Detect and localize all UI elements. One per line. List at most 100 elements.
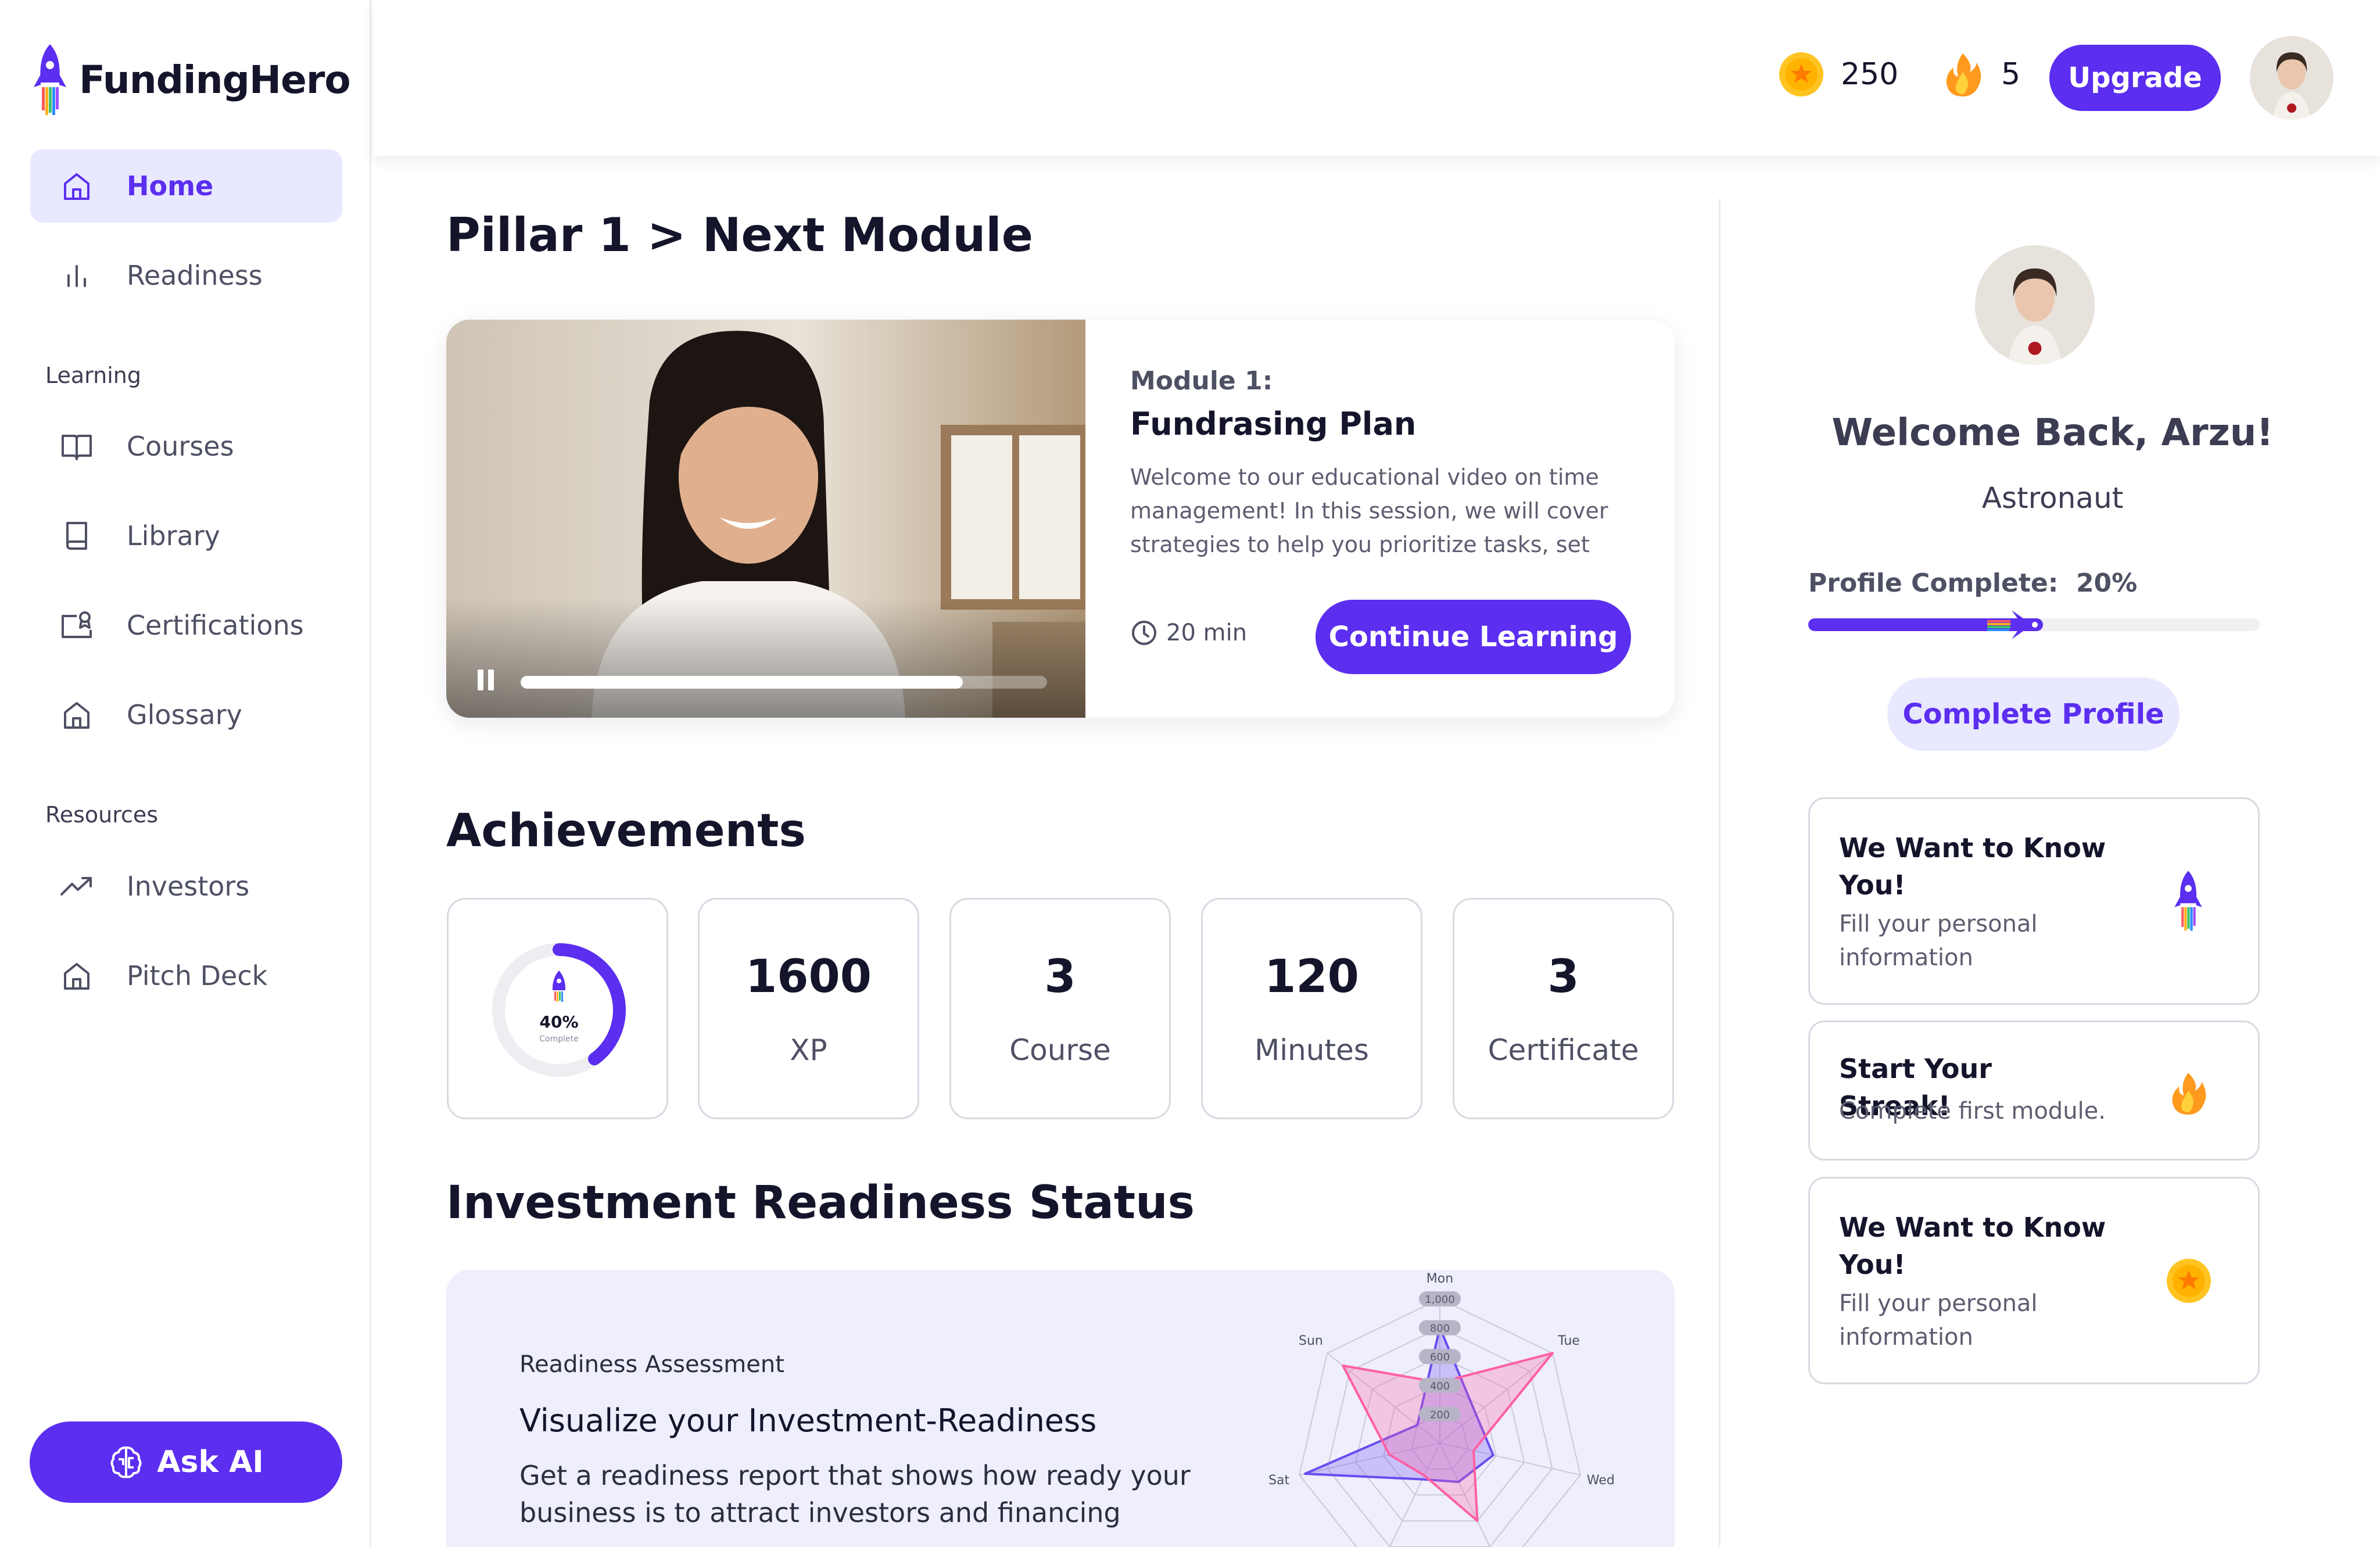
coin-icon bbox=[1779, 52, 1823, 96]
sidebar-item-home[interactable]: Home bbox=[30, 149, 342, 223]
sidebar-item-library[interactable]: Library bbox=[30, 499, 342, 572]
readiness-radar-chart: 1,000800600400200MonTueWedThuFriSatSun bbox=[1268, 1272, 1615, 1547]
user-role: Astronaut bbox=[1981, 481, 2124, 515]
stat-value: 3 bbox=[1044, 951, 1076, 1003]
card-description: Complete first module. bbox=[1839, 1098, 2106, 1125]
home-icon bbox=[64, 173, 89, 200]
readiness-card-title: Visualize your Investment-Readiness bbox=[519, 1402, 1097, 1439]
stat-label: Course bbox=[1009, 1033, 1111, 1067]
progress-percent: 40% bbox=[539, 1012, 578, 1032]
sidebar-item-label: Readiness bbox=[127, 260, 263, 291]
continue-learning-button[interactable]: Continue Learning bbox=[1316, 600, 1631, 674]
certificate-icon bbox=[62, 611, 92, 638]
book-icon bbox=[66, 522, 87, 550]
streak-card[interactable]: Start Your Streak! Complete first module… bbox=[1808, 1020, 2260, 1161]
stat-value: 120 bbox=[1264, 951, 1359, 1003]
trending-up-icon bbox=[60, 877, 92, 896]
video-progress-bar[interactable] bbox=[521, 676, 1047, 689]
section-label-resources: Resources bbox=[45, 802, 159, 828]
video-progress-fill bbox=[521, 676, 963, 689]
ask-ai-label: Ask AI bbox=[157, 1445, 264, 1480]
readiness-title: Investment Readiness Status bbox=[446, 1177, 1195, 1229]
sidebar-item-label: Courses bbox=[127, 431, 234, 462]
ask-ai-button[interactable]: Ask AI bbox=[30, 1421, 342, 1503]
video-thumbnail bbox=[446, 320, 1085, 718]
user-photo bbox=[1975, 245, 2095, 365]
achievement-certificate-card[interactable]: 3 Certificate bbox=[1453, 898, 1674, 1119]
sidebar-item-label: Investors bbox=[127, 871, 250, 902]
sidebar-item-label: Certifications bbox=[127, 610, 304, 641]
rocket-icon bbox=[2174, 871, 2202, 931]
sidebar-item-label: Library bbox=[127, 520, 220, 552]
sidebar-item-readiness[interactable]: Readiness bbox=[30, 239, 342, 312]
sidebar-item-investors[interactable]: Investors bbox=[30, 850, 342, 923]
radar-axis-label: Mon bbox=[1426, 1272, 1453, 1286]
progress-caption: Complete bbox=[539, 1034, 578, 1044]
user-photo bbox=[2250, 36, 2334, 120]
pause-icon[interactable] bbox=[473, 667, 499, 693]
achievements-title: Achievements bbox=[446, 805, 806, 857]
stat-label: XP bbox=[790, 1033, 827, 1067]
module-card[interactable]: Module 1: Fundrasing Plan Welcome to our… bbox=[446, 320, 1675, 718]
radar-axis-label: Wed bbox=[1587, 1473, 1615, 1488]
fire-icon bbox=[1946, 53, 1981, 96]
video-player[interactable] bbox=[446, 320, 1085, 718]
stat-value: 1600 bbox=[745, 951, 872, 1003]
profile-complete-percent: 20% bbox=[2076, 568, 2138, 598]
profile-avatar[interactable] bbox=[1975, 245, 2095, 365]
complete-profile-button[interactable]: Complete Profile bbox=[1887, 678, 2180, 751]
stat-label: Certificate bbox=[1488, 1033, 1639, 1067]
sidebar-item-glossary[interactable]: Glossary bbox=[30, 678, 342, 751]
avatar[interactable] bbox=[2250, 36, 2334, 120]
readiness-kicker: Readiness Assessment bbox=[519, 1351, 784, 1378]
readiness-description: Get a readiness report that shows how re… bbox=[519, 1460, 1191, 1528]
stat-label: Minutes bbox=[1254, 1033, 1369, 1067]
achievement-course-card[interactable]: 3 Course bbox=[949, 898, 1171, 1119]
radar-axis-label: Sat bbox=[1268, 1473, 1289, 1488]
radar-scale-label: 400 bbox=[1430, 1380, 1450, 1392]
module-duration: 20 min bbox=[1130, 619, 1247, 647]
readiness-card[interactable]: Readiness Assessment Visualize your Inve… bbox=[446, 1270, 1675, 1547]
radar-axis-label: Tue bbox=[1557, 1334, 1580, 1348]
coin-counter[interactable]: 250 bbox=[1778, 51, 1898, 98]
module-kicker: Module 1: bbox=[1130, 366, 1273, 396]
panel-divider bbox=[1719, 199, 1721, 1547]
achievement-xp-card[interactable]: 1600 XP bbox=[698, 898, 919, 1119]
section-label-learning: Learning bbox=[45, 363, 141, 388]
card-title: We Want to Know You! bbox=[1839, 832, 2106, 901]
logo[interactable]: FundingHero bbox=[29, 42, 351, 117]
profile-complete-label: Profile Complete: 20% bbox=[1808, 568, 2137, 598]
achievement-progress-card[interactable]: 40% Complete bbox=[447, 898, 668, 1119]
bar-chart-icon bbox=[67, 265, 86, 287]
know-you-card[interactable]: We Want to Know You! Fill your personal … bbox=[1808, 797, 2260, 1005]
rocket-logo-icon bbox=[34, 44, 66, 115]
coin-count: 250 bbox=[1841, 57, 1899, 92]
sidebar: FundingHero Home Readiness Learning Cour… bbox=[0, 0, 371, 1547]
sidebar-item-certifications[interactable]: Certifications bbox=[30, 589, 342, 662]
module-description: Welcome to our educational video on time… bbox=[1130, 464, 1608, 557]
streak-count: 5 bbox=[2001, 57, 2021, 92]
sidebar-item-label: Glossary bbox=[127, 699, 242, 730]
card-title: We Want to Know You! bbox=[1839, 1212, 2106, 1280]
sidebar-item-label: Home bbox=[127, 170, 214, 202]
app-name: FundingHero bbox=[79, 57, 351, 102]
duration-text: 20 min bbox=[1166, 619, 1248, 646]
page-title: Pillar 1 > Next Module bbox=[446, 208, 1033, 262]
fire-icon bbox=[2172, 1072, 2206, 1115]
profile-complete-text: Profile Complete: bbox=[1808, 568, 2059, 598]
rocket-icon bbox=[552, 971, 566, 1002]
rocket-icon bbox=[1987, 610, 2042, 639]
radar-scale-label: 200 bbox=[1430, 1409, 1450, 1421]
open-book-icon bbox=[62, 435, 92, 460]
upgrade-button[interactable]: Upgrade bbox=[2049, 45, 2221, 111]
home-icon bbox=[64, 702, 89, 729]
sidebar-item-courses[interactable]: Courses bbox=[30, 410, 342, 483]
stat-value: 3 bbox=[1547, 951, 1579, 1003]
sidebar-item-label: Pitch Deck bbox=[127, 960, 268, 991]
sidebar-item-pitch-deck[interactable]: Pitch Deck bbox=[30, 939, 342, 1012]
module-title: Fundrasing Plan bbox=[1130, 406, 1417, 442]
radar-axis-label: Sun bbox=[1299, 1334, 1323, 1348]
achievement-minutes-card[interactable]: 120 Minutes bbox=[1201, 898, 1422, 1119]
streak-counter[interactable]: 5 bbox=[1941, 51, 2020, 98]
know-you-card-2[interactable]: We Want to Know You! Fill your personal … bbox=[1808, 1177, 2260, 1384]
